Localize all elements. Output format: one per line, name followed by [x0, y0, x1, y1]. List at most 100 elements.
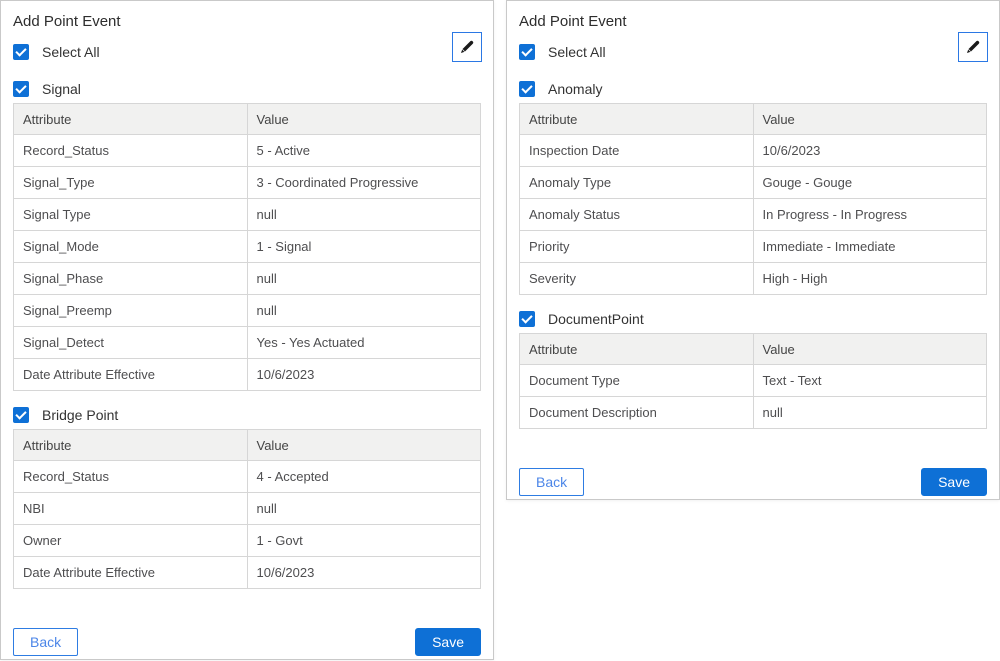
- add-point-event-panel-left: Add Point Event Select All Signal: [0, 0, 494, 660]
- group-bridge-point-row: Bridge Point: [13, 406, 481, 424]
- attribute-cell: NBI: [14, 493, 248, 525]
- page: Add Point Event Select All Signal: [0, 0, 1000, 661]
- group-anomaly-row: Anomaly: [519, 80, 987, 98]
- pen-icon: [965, 39, 981, 55]
- value-column-header: Value: [753, 334, 987, 365]
- edit-pen-button[interactable]: [958, 32, 988, 62]
- group-signal-checkbox[interactable]: [13, 81, 29, 97]
- table-row: Document Descriptionnull: [520, 397, 987, 429]
- value-cell: High - High: [753, 263, 987, 295]
- attribute-column-header: Attribute: [520, 104, 754, 135]
- pen-icon: [459, 39, 475, 55]
- value-cell: null: [247, 493, 481, 525]
- attribute-cell: Signal_Type: [14, 167, 248, 199]
- table-row: Anomaly StatusIn Progress - In Progress: [520, 199, 987, 231]
- attribute-cell: Signal_Phase: [14, 263, 248, 295]
- attribute-cell: Signal Type: [14, 199, 248, 231]
- table-row: Signal_DetectYes - Yes Actuated: [14, 327, 481, 359]
- group-document-point-row: DocumentPoint: [519, 310, 987, 328]
- attribute-cell: Signal_Detect: [14, 327, 248, 359]
- page-title: Add Point Event: [519, 13, 987, 30]
- group-bridge-point-label: Bridge Point: [42, 407, 118, 423]
- value-cell: 10/6/2023: [247, 557, 481, 589]
- group-document-point-label: DocumentPoint: [548, 311, 644, 327]
- table-row: Record_Status4 - Accepted: [14, 461, 481, 493]
- attribute-cell: Priority: [520, 231, 754, 263]
- signal-attribute-table: Attribute Value Record_Status5 - Active …: [13, 103, 481, 391]
- table-row: Signal_Type3 - Coordinated Progressive: [14, 167, 481, 199]
- table-row: Signal_Phasenull: [14, 263, 481, 295]
- value-cell: null: [753, 397, 987, 429]
- table-row: Date Attribute Effective10/6/2023: [14, 359, 481, 391]
- attribute-cell: Date Attribute Effective: [14, 359, 248, 391]
- group-anomaly: Anomaly Attribute Value Inspection Date1…: [519, 80, 987, 295]
- footer-actions: Back Save: [13, 628, 481, 656]
- attribute-cell: Signal_Mode: [14, 231, 248, 263]
- table-row: Date Attribute Effective10/6/2023: [14, 557, 481, 589]
- table-row: Signal Typenull: [14, 199, 481, 231]
- back-button[interactable]: Back: [13, 628, 78, 656]
- attribute-cell: Anomaly Type: [520, 167, 754, 199]
- select-all-checkbox[interactable]: [519, 44, 535, 60]
- attribute-cell: Anomaly Status: [520, 199, 754, 231]
- group-signal: Signal Attribute Value Record_Status5 - …: [13, 80, 481, 391]
- attribute-cell: Severity: [520, 263, 754, 295]
- value-column-header: Value: [753, 104, 987, 135]
- value-column-header: Value: [247, 104, 481, 135]
- table-row: Document TypeText - Text: [520, 365, 987, 397]
- attribute-cell: Date Attribute Effective: [14, 557, 248, 589]
- attribute-cell: Document Description: [520, 397, 754, 429]
- attribute-cell: Document Type: [520, 365, 754, 397]
- attribute-cell: Record_Status: [14, 135, 248, 167]
- value-cell: 4 - Accepted: [247, 461, 481, 493]
- value-cell: Text - Text: [753, 365, 987, 397]
- attribute-column-header: Attribute: [520, 334, 754, 365]
- bridge-point-attribute-table: Attribute Value Record_Status4 - Accepte…: [13, 429, 481, 589]
- group-signal-row: Signal: [13, 80, 481, 98]
- save-button[interactable]: Save: [415, 628, 481, 656]
- value-cell: Immediate - Immediate: [753, 231, 987, 263]
- value-cell: Gouge - Gouge: [753, 167, 987, 199]
- save-button[interactable]: Save: [921, 468, 987, 496]
- table-header-row: Attribute Value: [14, 430, 481, 461]
- attribute-cell: Signal_Preemp: [14, 295, 248, 327]
- table-row: PriorityImmediate - Immediate: [520, 231, 987, 263]
- attribute-column-header: Attribute: [14, 104, 248, 135]
- table-header-row: Attribute Value: [520, 104, 987, 135]
- footer-actions: Back Save: [519, 468, 987, 496]
- table-row: Record_Status5 - Active: [14, 135, 481, 167]
- group-document-point: DocumentPoint Attribute Value Document T…: [519, 310, 987, 429]
- value-cell: 10/6/2023: [753, 135, 987, 167]
- value-cell: null: [247, 295, 481, 327]
- select-all-label: Select All: [42, 44, 100, 60]
- value-cell: 3 - Coordinated Progressive: [247, 167, 481, 199]
- group-bridge-point-checkbox[interactable]: [13, 407, 29, 423]
- select-all-row: Select All: [519, 43, 987, 61]
- select-all-row: Select All: [13, 43, 481, 61]
- value-cell: 1 - Govt: [247, 525, 481, 557]
- attribute-cell: Record_Status: [14, 461, 248, 493]
- value-cell: Yes - Yes Actuated: [247, 327, 481, 359]
- value-cell: null: [247, 263, 481, 295]
- table-header-row: Attribute Value: [14, 104, 481, 135]
- value-cell: 5 - Active: [247, 135, 481, 167]
- attribute-column-header: Attribute: [14, 430, 248, 461]
- table-row: SeverityHigh - High: [520, 263, 987, 295]
- group-anomaly-label: Anomaly: [548, 81, 602, 97]
- table-row: NBInull: [14, 493, 481, 525]
- attribute-cell: Inspection Date: [520, 135, 754, 167]
- table-row: Signal_Preempnull: [14, 295, 481, 327]
- attribute-cell: Owner: [14, 525, 248, 557]
- table-header-row: Attribute Value: [520, 334, 987, 365]
- select-all-label: Select All: [548, 44, 606, 60]
- table-row: Inspection Date10/6/2023: [520, 135, 987, 167]
- back-button[interactable]: Back: [519, 468, 584, 496]
- group-document-point-checkbox[interactable]: [519, 311, 535, 327]
- group-anomaly-checkbox[interactable]: [519, 81, 535, 97]
- table-row: Anomaly TypeGouge - Gouge: [520, 167, 987, 199]
- edit-pen-button[interactable]: [452, 32, 482, 62]
- value-cell: 10/6/2023: [247, 359, 481, 391]
- group-signal-label: Signal: [42, 81, 81, 97]
- value-column-header: Value: [247, 430, 481, 461]
- select-all-checkbox[interactable]: [13, 44, 29, 60]
